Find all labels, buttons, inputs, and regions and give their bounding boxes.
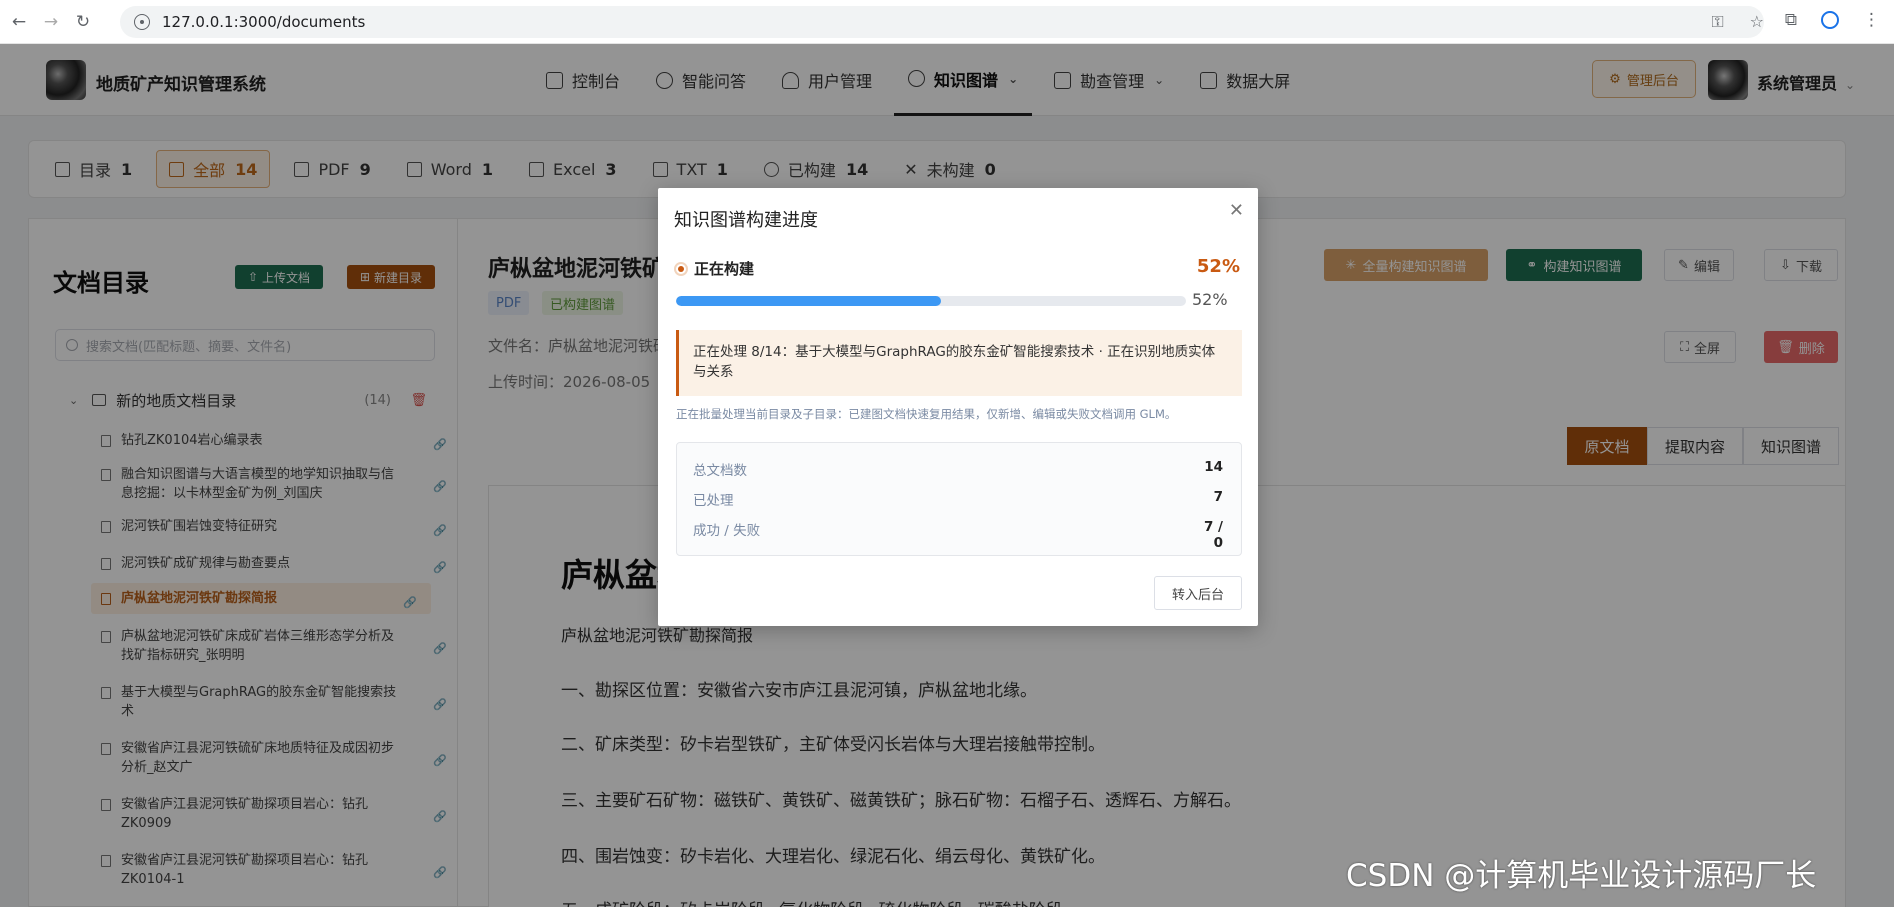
processing-alert: 正在处理 8/14：基于大模型与GraphRAG的胶东金矿智能搜索技术 · 正在…	[676, 330, 1242, 396]
stat-row: 总文档数 14	[693, 459, 1223, 479]
progress-bar	[676, 296, 1186, 306]
url-text: 127.0.0.1:3000/documents	[162, 13, 366, 31]
key-icon[interactable]: ⚿	[1711, 12, 1723, 32]
stat-row: 成功 / 失败 7 / 0	[693, 519, 1223, 551]
menu-icon[interactable]: ⋮	[1863, 10, 1880, 30]
stat-row: 已处理 7	[693, 489, 1223, 509]
dialog-title: 知识图谱构建进度	[674, 210, 818, 231]
graph-build-progress-dialog: 知识图谱构建进度 ✕ 正在构建 52% 52% 正在处理 8/14：基于大模型与…	[658, 188, 1258, 626]
forward-icon[interactable]: →	[38, 9, 64, 35]
status-dot-icon	[674, 262, 688, 276]
background-button[interactable]: 转入后台	[1154, 576, 1242, 610]
browser-toolbar: ← → ↻ 127.0.0.1:3000/documents ⚿ ☆ ⧉ ⋮	[0, 0, 1894, 44]
address-bar[interactable]: 127.0.0.1:3000/documents	[120, 6, 1764, 38]
back-icon[interactable]: ←	[6, 9, 32, 35]
build-percent: 52%	[1196, 256, 1240, 277]
star-icon[interactable]: ☆	[1750, 12, 1764, 32]
close-icon[interactable]: ✕	[1229, 200, 1244, 221]
batch-note: 正在批量处理当前目录及子目录：已建图文档快速复用结果，仅新增、编辑或失败文档调用…	[676, 407, 1177, 421]
site-info-icon[interactable]	[134, 14, 150, 30]
reload-icon[interactable]: ↻	[70, 9, 96, 35]
build-status: 正在构建	[694, 260, 755, 278]
extensions-icon[interactable]: ⧉	[1785, 10, 1797, 30]
stats-box: 总文档数 14 已处理 7 成功 / 失败 7 / 0	[676, 442, 1242, 556]
account-icon[interactable]	[1821, 11, 1839, 29]
progress-fill	[676, 296, 942, 306]
progress-text: 52%	[1192, 290, 1228, 309]
watermark: CSDN @计算机毕业设计源码厂长	[1346, 858, 1817, 894]
